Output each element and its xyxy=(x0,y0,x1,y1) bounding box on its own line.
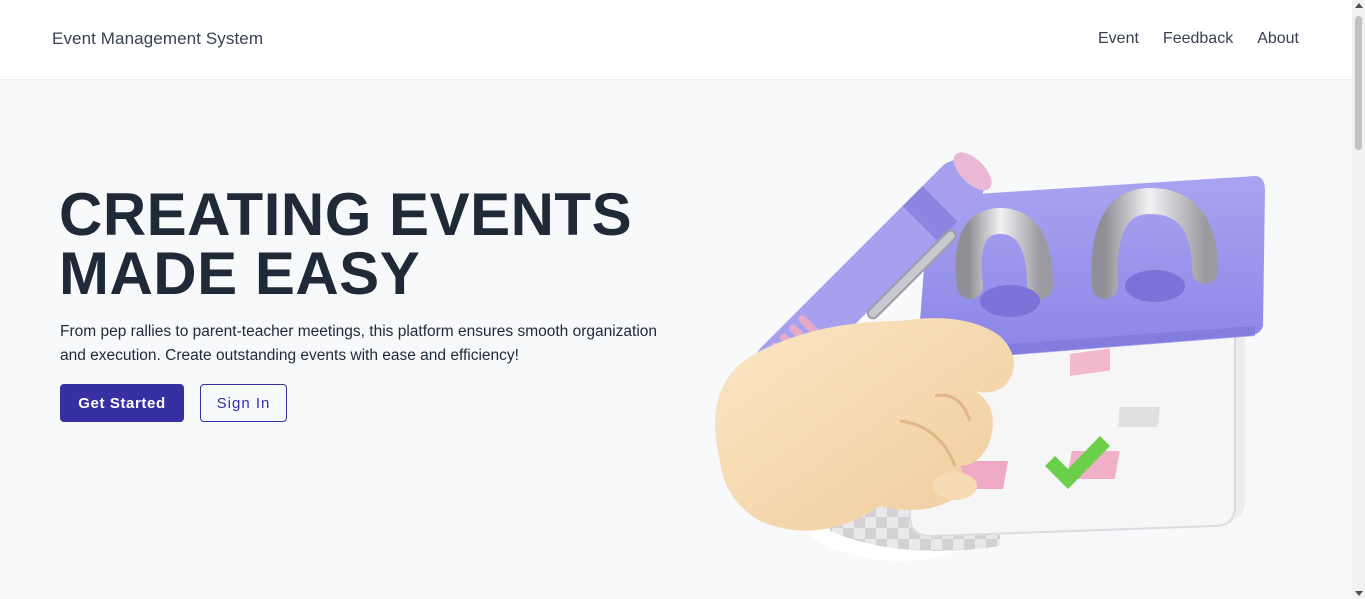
scroll-down-arrow-icon[interactable] xyxy=(1355,591,1363,596)
nav-link-feedback[interactable]: Feedback xyxy=(1163,30,1233,48)
nav-link-about[interactable]: About xyxy=(1257,30,1299,48)
hero-title-line-1: CREATING EVENTS xyxy=(59,181,633,248)
get-started-button[interactable]: Get Started xyxy=(60,384,184,422)
hero-description: From pep rallies to parent-teacher meeti… xyxy=(60,323,658,364)
brand-title[interactable]: Event Management System xyxy=(52,29,263,49)
nav-links: Event Feedback About xyxy=(1098,30,1299,48)
navbar: Event Management System Event Feedback A… xyxy=(0,0,1352,80)
scrollbar-thumb[interactable] xyxy=(1355,16,1362,150)
hero-title: CREATING EVENTS MADE EASY xyxy=(59,185,679,304)
sign-in-button[interactable]: Sign In xyxy=(200,384,287,422)
hero-title-line-2: MADE EASY xyxy=(59,240,421,307)
nav-link-event[interactable]: Event xyxy=(1098,30,1139,48)
scrollbar[interactable] xyxy=(1352,0,1365,599)
calendar-pen-hand-icon xyxy=(715,152,1265,561)
scroll-up-arrow-icon[interactable] xyxy=(1355,3,1363,8)
hero-section: CREATING EVENTS MADE EASY From pep ralli… xyxy=(0,81,1352,599)
